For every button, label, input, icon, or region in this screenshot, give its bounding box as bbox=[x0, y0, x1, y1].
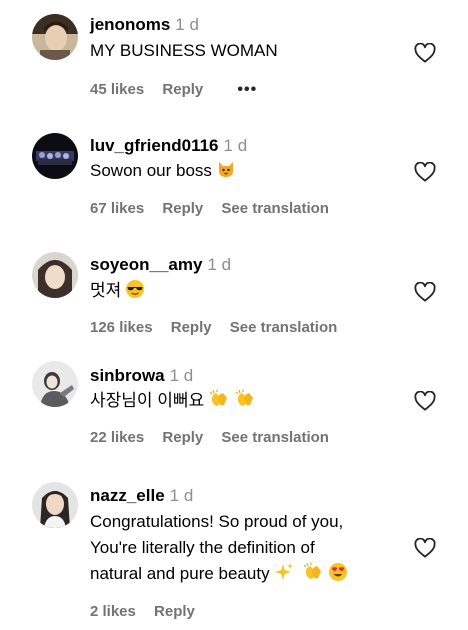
username[interactable]: jenonoms bbox=[90, 15, 170, 34]
sunglasses-emoji bbox=[125, 279, 145, 307]
comment-meta: 45 likes Reply ••• bbox=[90, 81, 271, 99]
comment-header: soyeon__amy 1 d bbox=[90, 255, 231, 275]
comment-meta: 22 likes Reply See translation bbox=[90, 429, 343, 447]
reply-button[interactable]: Reply bbox=[154, 603, 195, 620]
timestamp: 1 d bbox=[169, 366, 194, 385]
comment-text-line: 멋져 bbox=[90, 281, 122, 300]
comment-text-line: You're literally the definition of bbox=[90, 538, 315, 557]
timestamp: 1 d bbox=[223, 136, 248, 155]
see-translation-button[interactable]: See translation bbox=[221, 200, 329, 217]
comment-header: nazz_elle 1 d bbox=[90, 486, 193, 506]
comment-text-line-with-emoji: natural and pure beauty bbox=[90, 561, 348, 590]
username[interactable]: nazz_elle bbox=[90, 486, 165, 505]
username[interactable]: sinbrowa bbox=[90, 366, 165, 385]
comment-meta: 126 likes Reply See translation bbox=[90, 319, 351, 337]
heart-icon[interactable] bbox=[414, 538, 436, 558]
likes-count[interactable]: 67 likes bbox=[90, 200, 144, 217]
comment-text: Congratulations! So proud of you, You're… bbox=[90, 509, 348, 590]
cat-face-emoji bbox=[216, 159, 236, 187]
reply-button[interactable]: Reply bbox=[162, 81, 203, 98]
heart-icon[interactable] bbox=[414, 282, 436, 302]
avatar[interactable] bbox=[32, 361, 78, 407]
comment-text: MY BUSINESS WOMAN bbox=[90, 38, 278, 64]
comment-header: sinbrowa 1 d bbox=[90, 366, 193, 386]
heart-icon[interactable] bbox=[414, 162, 436, 182]
reply-button[interactable]: Reply bbox=[162, 429, 203, 446]
avatar[interactable] bbox=[32, 14, 78, 60]
username[interactable]: soyeon__amy bbox=[90, 255, 202, 274]
timestamp: 1 d bbox=[175, 15, 199, 34]
clapping-hands-emoji bbox=[302, 562, 324, 590]
more-options-icon[interactable]: ••• bbox=[237, 81, 257, 98]
avatar[interactable] bbox=[32, 133, 78, 179]
comment-text-line: Congratulations! So proud of you, bbox=[90, 512, 344, 531]
likes-count[interactable]: 126 likes bbox=[90, 319, 153, 336]
comment-text: Sowon our boss bbox=[90, 158, 236, 187]
clapping-hands-emoji bbox=[208, 389, 230, 417]
username[interactable]: luv_gfriend0116 bbox=[90, 136, 219, 155]
clapping-hands-emoji bbox=[234, 389, 256, 417]
comment-meta: 67 likes Reply See translation bbox=[90, 200, 343, 218]
comment-text: 멋져 bbox=[90, 278, 145, 307]
comment-text-line: Sowon our boss bbox=[90, 161, 212, 180]
comment-text: 사장님이 이뻐요 bbox=[90, 388, 256, 417]
reply-button[interactable]: Reply bbox=[162, 200, 203, 217]
sparkles-emoji bbox=[274, 562, 294, 590]
avatar[interactable] bbox=[32, 482, 78, 528]
comment-header: jenonoms 1 d bbox=[90, 15, 199, 35]
comment-header: luv_gfriend0116 1 d bbox=[90, 136, 247, 156]
reply-button[interactable]: Reply bbox=[171, 319, 212, 336]
likes-count[interactable]: 2 likes bbox=[90, 603, 136, 620]
comment-text-line: natural and pure beauty bbox=[90, 564, 270, 583]
heart-eyes-emoji bbox=[328, 562, 348, 590]
heart-icon[interactable] bbox=[414, 391, 436, 411]
comment-text-line: MY BUSINESS WOMAN bbox=[90, 41, 278, 60]
timestamp: 1 d bbox=[207, 255, 232, 274]
heart-icon[interactable] bbox=[414, 43, 436, 63]
avatar[interactable] bbox=[32, 252, 78, 298]
see-translation-button[interactable]: See translation bbox=[221, 429, 329, 446]
comment-text-line: 사장님이 이뻐요 bbox=[90, 391, 205, 410]
comment-meta: 2 likes Reply bbox=[90, 603, 209, 621]
see-translation-button[interactable]: See translation bbox=[230, 319, 338, 336]
likes-count[interactable]: 45 likes bbox=[90, 81, 144, 98]
likes-count[interactable]: 22 likes bbox=[90, 429, 144, 446]
timestamp: 1 d bbox=[169, 486, 194, 505]
